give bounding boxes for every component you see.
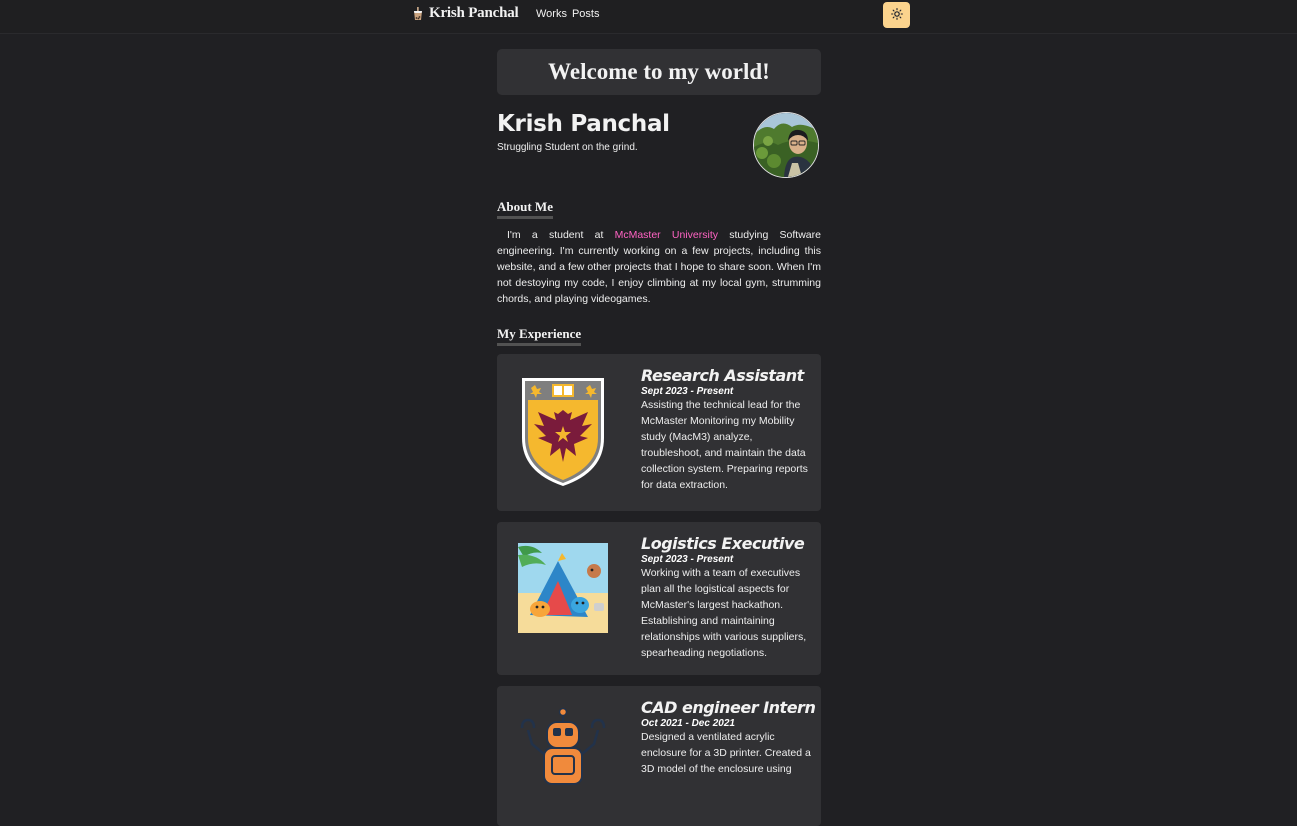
profile-section: Krish Panchal Struggling Student on the … [497,111,821,196]
avatar [753,112,819,178]
navbar: Krish Panchal Works Posts [0,0,1297,34]
card-body: Logistics Executive Sept 2023 - Present … [641,534,813,661]
card-title: Research Assistant [641,365,804,385]
card-title: Logistics Executive [641,533,805,553]
card-description: Assisting the technical lead for the McM… [641,398,808,491]
welcome-text: Welcome to my world! [548,59,770,84]
card-date: Sept 2023 - Present [641,553,734,565]
nav-link-works[interactable]: Works [536,8,567,20]
card-body: Research Assistant Sept 2023 - Present A… [641,366,813,493]
card-title: CAD engineer Intern [641,697,816,717]
robot-icon [518,707,608,788]
card-date: Oct 2021 - Dec 2021 [641,717,735,729]
card-date: Sept 2023 - Present [641,385,734,397]
bubble-tea-icon [413,6,423,20]
experience-card: Research Assistant Sept 2023 - Present A… [497,353,821,511]
hackathon-tent-illustration [518,542,608,633]
mcmaster-link[interactable]: McMaster University [615,229,718,241]
about-text-intro: I'm a student at [507,229,615,241]
nav-link-posts[interactable]: Posts [572,8,600,20]
mcmaster-crest-icon [518,376,608,488]
card-description: Working with a team of executives plan a… [641,566,807,659]
about-text: I'm a student at McMaster University stu… [497,227,821,307]
main-content: Welcome to my world! Krish Panchal Strug… [497,49,821,826]
card-description: Designed a ventilated acrylic enclosure … [641,730,811,775]
nav-links: Works Posts [536,8,599,20]
brand-link[interactable]: Krish Panchal [413,4,519,22]
brand-name: Krish Panchal [429,4,519,21]
experience-card: Logistics Executive Sept 2023 - Present … [497,521,821,675]
profile-name: Krish Panchal [497,111,670,137]
experience-card: CAD engineer Intern Oct 2021 - Dec 2021 … [497,685,821,826]
about-heading: About Me [497,199,553,219]
experience-heading: My Experience [497,326,582,346]
card-body: CAD engineer Intern Oct 2021 - Dec 2021 … [641,697,816,777]
theme-toggle-button[interactable] [883,2,910,28]
welcome-banner: Welcome to my world! [497,49,821,95]
profile-tagline: Struggling Student on the grind. [497,142,638,153]
sun-icon [890,7,903,23]
